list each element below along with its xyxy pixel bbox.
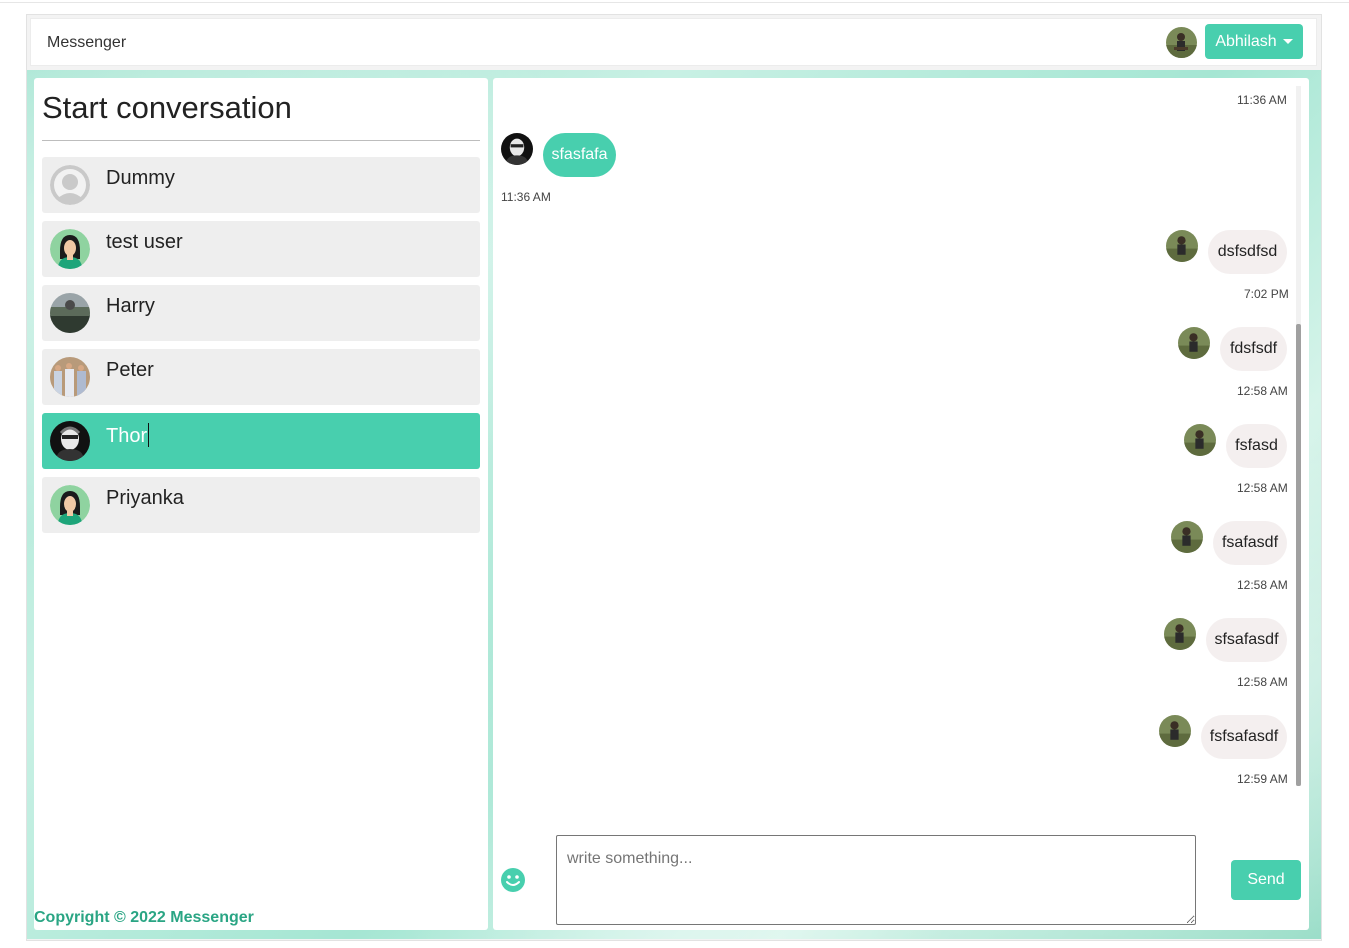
contact-item-test-user[interactable]: test user bbox=[42, 221, 480, 277]
contact-item-priyanka[interactable]: Priyanka bbox=[42, 477, 480, 533]
brand-title[interactable]: Messenger bbox=[47, 34, 126, 52]
contact-name: Harry bbox=[106, 295, 155, 317]
user-menu-button[interactable]: Abhilash bbox=[1205, 24, 1303, 59]
default-user-avatar-icon bbox=[50, 165, 90, 205]
contact-name: Dummy bbox=[106, 167, 175, 189]
top-divider bbox=[0, 2, 1349, 3]
user-avatar bbox=[1166, 230, 1198, 262]
message-bubble-outgoing: fsfsafasdf bbox=[1201, 715, 1287, 759]
photo-avatar-icon bbox=[50, 421, 90, 461]
message-time: 12:58 AM bbox=[1237, 578, 1288, 592]
title-divider bbox=[42, 140, 480, 141]
contacts-panel: Start conversation Dummy test user Harry… bbox=[34, 78, 488, 930]
smiley-icon[interactable] bbox=[500, 867, 526, 893]
contact-avatar bbox=[501, 133, 533, 165]
chat-panel: 11:36 AM sfasfafa 11:36 AM dsfsdfsd 7:02… bbox=[493, 78, 1309, 930]
photo-avatar-icon bbox=[50, 357, 90, 397]
caret-down-icon bbox=[1282, 39, 1293, 44]
contact-name: Peter bbox=[106, 359, 154, 381]
user-menu-label: Abhilash bbox=[1215, 32, 1277, 50]
user-avatar bbox=[1166, 27, 1197, 58]
user-avatar bbox=[1178, 327, 1210, 359]
contact-name: test user bbox=[106, 231, 183, 253]
contact-item-dummy[interactable]: Dummy bbox=[42, 157, 480, 213]
user-avatar bbox=[1184, 424, 1216, 456]
message-bubble-outgoing: dsfsdfsd bbox=[1208, 230, 1287, 274]
contact-name: Priyanka bbox=[106, 487, 184, 509]
message-time: 12:58 AM bbox=[1237, 384, 1288, 398]
message-bubble-outgoing: sfsafasdf bbox=[1206, 618, 1287, 662]
female-avatar-icon bbox=[50, 229, 90, 269]
contact-item-thor[interactable]: Thor bbox=[42, 413, 480, 469]
message-time: 12:58 AM bbox=[1237, 675, 1288, 689]
contact-name-text: Thor bbox=[106, 425, 148, 447]
message-bubble-outgoing: fsfasd bbox=[1226, 424, 1287, 468]
user-avatar bbox=[1164, 618, 1196, 650]
copyright-text: Copyright © 2022 Messenger bbox=[34, 909, 254, 926]
navbar: Messenger Abhilash bbox=[30, 18, 1317, 66]
message-time: 7:02 PM bbox=[1244, 287, 1289, 301]
message-bubble-outgoing: fsafasdf bbox=[1213, 521, 1287, 565]
message-time: 12:59 AM bbox=[1237, 772, 1288, 786]
female-avatar-icon bbox=[50, 485, 90, 525]
message-bubble-incoming: sfasfafa bbox=[543, 133, 616, 177]
send-button[interactable]: Send bbox=[1231, 860, 1301, 900]
contact-name: Thor bbox=[106, 423, 150, 448]
text-cursor bbox=[148, 423, 150, 447]
message-input[interactable] bbox=[556, 835, 1196, 925]
message-time: 11:36 AM bbox=[1237, 93, 1287, 107]
user-avatar bbox=[1159, 715, 1191, 747]
message-time: 12:58 AM bbox=[1237, 481, 1288, 495]
message-time: 11:36 AM bbox=[501, 190, 551, 204]
panel-title: Start conversation bbox=[42, 90, 292, 125]
message-bubble-outgoing: fdsfsdf bbox=[1220, 327, 1287, 371]
scrollbar-thumb[interactable] bbox=[1296, 324, 1301, 786]
user-avatar bbox=[1171, 521, 1203, 553]
contact-item-peter[interactable]: Peter bbox=[42, 349, 480, 405]
contact-item-harry[interactable]: Harry bbox=[42, 285, 480, 341]
photo-avatar-icon bbox=[50, 293, 90, 333]
